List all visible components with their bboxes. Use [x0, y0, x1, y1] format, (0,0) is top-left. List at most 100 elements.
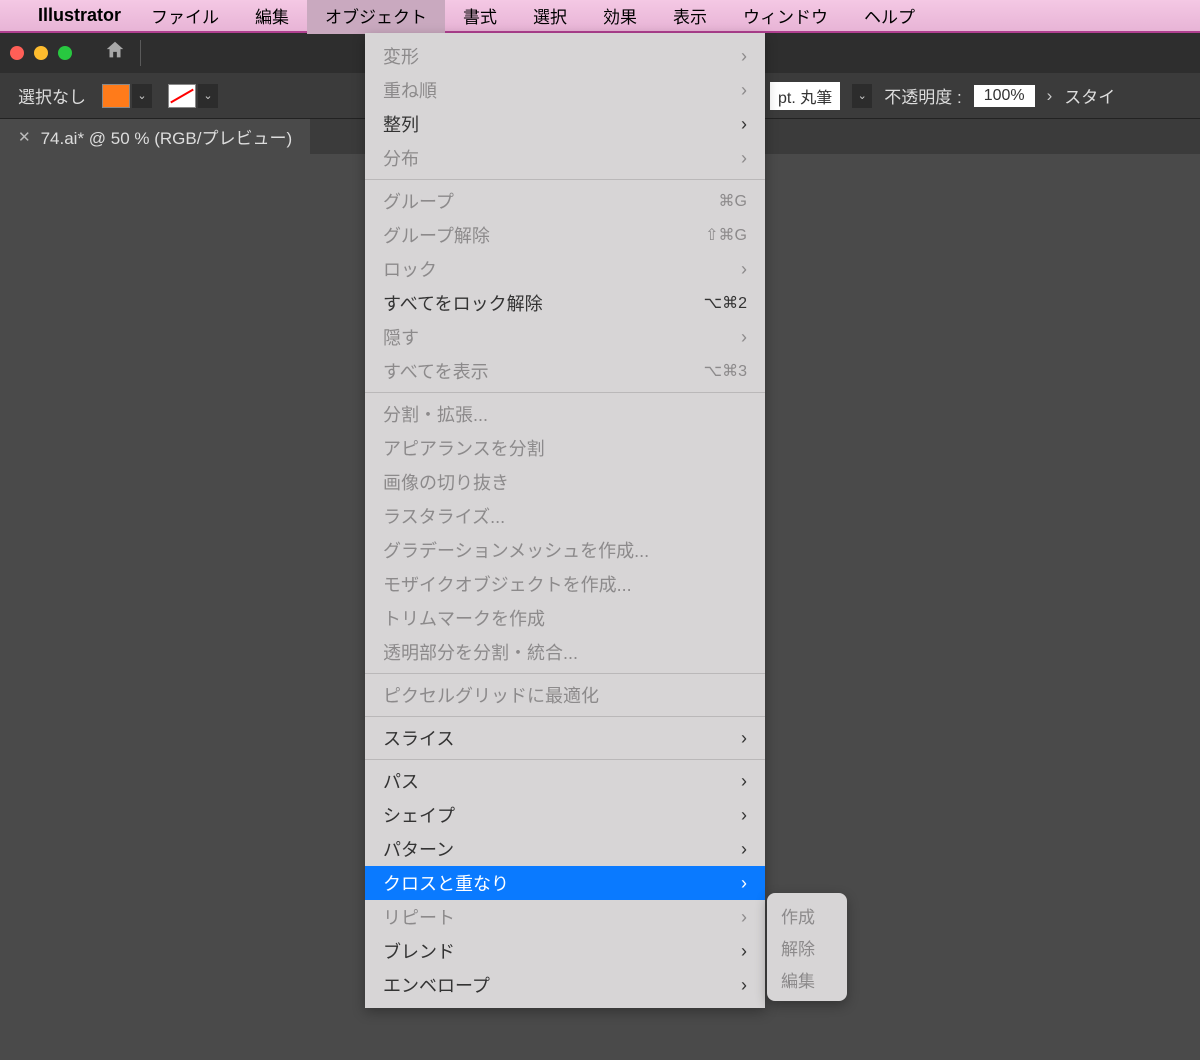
menu-item-label: 分布: [383, 145, 419, 171]
menu-item-label: グループ解除: [383, 222, 490, 248]
menu-item-label: 重ね順: [383, 77, 437, 103]
close-tab-icon[interactable]: ✕: [18, 128, 31, 146]
menu-item-label: モザイクオブジェクトを作成...: [383, 571, 632, 597]
close-window-button[interactable]: [10, 46, 24, 60]
menu-item-label: パス: [383, 768, 419, 794]
minimize-window-button[interactable]: [34, 46, 48, 60]
stroke-swatch[interactable]: [168, 84, 196, 108]
menu-item-label: ロック: [383, 256, 437, 282]
menu-item[interactable]: エンベロープ ›: [365, 968, 765, 1002]
window-controls: [10, 46, 72, 60]
chevron-right-icon: ›: [741, 728, 747, 749]
menu-item: 分布›: [365, 141, 765, 175]
menubar-item-3[interactable]: 書式: [445, 0, 515, 34]
menu-item[interactable]: ブレンド ›: [365, 934, 765, 968]
menu-item[interactable]: クロスと重なり ›: [365, 866, 765, 900]
menubar-item-6[interactable]: 表示: [655, 0, 725, 34]
menu-item: ピクセルグリッドに最適化: [365, 678, 765, 712]
menu-item: 分割・拡張...: [365, 397, 765, 431]
opacity-field[interactable]: 100%: [974, 85, 1035, 107]
menu-item[interactable]: すべてをロック解除⌥⌘2: [365, 286, 765, 320]
menu-separator: [365, 673, 765, 674]
menu-shortcut: ⇧⌘G: [705, 225, 747, 245]
menu-item: グループ解除 ⇧⌘G: [365, 218, 765, 252]
menubar-item-5[interactable]: 効果: [585, 0, 655, 34]
chevron-right-icon: ›: [741, 80, 747, 101]
menu-item-label: グラデーションメッシュを作成...: [383, 537, 649, 563]
menu-item-label: 整列: [383, 111, 419, 137]
menubar-item-2[interactable]: オブジェクト: [307, 0, 445, 34]
divider: [140, 40, 141, 66]
menu-item: 変形 ›: [365, 39, 765, 73]
menu-item: ロック ›: [365, 252, 765, 286]
chevron-right-icon: ›: [741, 771, 747, 792]
chevron-right-icon: ›: [741, 259, 747, 280]
menu-item[interactable]: パターン›: [365, 832, 765, 866]
chevron-right-icon: ›: [741, 114, 747, 135]
menu-item-label: 分割・拡張...: [383, 401, 488, 427]
chevron-right-icon: ›: [741, 975, 747, 996]
menu-shortcut: ⌘G: [719, 191, 747, 211]
menu-item: 透明部分を分割・統合...: [365, 635, 765, 669]
menu-item-label: トリムマークを作成: [383, 605, 545, 631]
menu-item[interactable]: 整列 ›: [365, 107, 765, 141]
menu-item-label: ラスタライズ...: [383, 503, 505, 529]
menu-item-label: シェイプ: [383, 802, 455, 828]
stroke-dropdown[interactable]: ⌄: [198, 84, 218, 108]
chevron-right-icon: ›: [741, 327, 747, 348]
menu-item-label: ピクセルグリッドに最適化: [383, 682, 599, 708]
menu-item: グラデーションメッシュを作成...: [365, 533, 765, 567]
menu-separator: [365, 392, 765, 393]
menu-item: グループ⌘G: [365, 184, 765, 218]
menu-item[interactable]: スライス ›: [365, 721, 765, 755]
brush-field[interactable]: pt. 丸筆: [770, 82, 840, 110]
home-icon[interactable]: [104, 39, 126, 67]
brush-dropdown[interactable]: ⌄: [852, 84, 872, 108]
menu-item[interactable]: シェイプ ›: [365, 798, 765, 832]
menu-item: リピート›: [365, 900, 765, 934]
menu-item: 画像の切り抜き: [365, 465, 765, 499]
menubar-item-8[interactable]: ヘルプ: [846, 0, 933, 34]
maximize-window-button[interactable]: [58, 46, 72, 60]
menu-item-label: ブレンド: [383, 938, 455, 964]
fill-dropdown[interactable]: ⌄: [132, 84, 152, 108]
menu-item-label: リピート: [383, 904, 455, 930]
menu-item-label: 透明部分を分割・統合...: [383, 639, 578, 665]
menu-item-label: 画像の切り抜き: [383, 469, 509, 495]
chevron-right-icon: ›: [741, 873, 747, 894]
submenu-item: 編集: [767, 963, 847, 995]
menu-item: アピアランスを分割: [365, 431, 765, 465]
opacity-label: 不透明度 :: [884, 83, 961, 108]
menu-item-label: エンベロープ: [383, 972, 490, 998]
menu-item-label: 変形: [383, 43, 419, 69]
menu-item: 隠す ›: [365, 320, 765, 354]
document-tab[interactable]: ✕ 74.ai* @ 50 % (RGB/プレビュー): [0, 119, 310, 154]
menu-shortcut: ⌥⌘3: [704, 361, 747, 381]
menu-item[interactable]: パス ›: [365, 764, 765, 798]
menubar-item-1[interactable]: 編集: [237, 0, 307, 34]
chevron-right-icon: ›: [741, 805, 747, 826]
menu-separator: [365, 179, 765, 180]
menu-item-label: スライス: [383, 725, 454, 751]
menu-item: 重ね順 ›: [365, 73, 765, 107]
chevron-right-icon[interactable]: ›: [1047, 86, 1053, 106]
menu-item-label: 隠す: [383, 324, 419, 350]
app-name[interactable]: Illustrator: [38, 5, 121, 26]
menu-item-label: アピアランスを分割: [383, 435, 545, 461]
chevron-right-icon: ›: [741, 46, 747, 67]
submenu-item: 解除: [767, 931, 847, 963]
menu-item-label: すべてをロック解除: [383, 290, 543, 316]
object-menu-dropdown: 変形›重ね順›整列›分布›グループ⌘Gグループ解除⇧⌘Gロック›すべてをロック解…: [365, 33, 765, 1008]
menu-item: トリムマークを作成: [365, 601, 765, 635]
chevron-right-icon: ›: [741, 941, 747, 962]
menu-item-label: クロスと重なり: [383, 870, 509, 896]
menubar-item-4[interactable]: 選択: [515, 0, 585, 34]
menu-separator: [365, 716, 765, 717]
menu-separator: [365, 759, 765, 760]
fill-swatch[interactable]: [102, 84, 130, 108]
menu-item: すべてを表示⌥⌘3: [365, 354, 765, 388]
menu-item-label: パターン: [383, 836, 454, 862]
menubar-item-7[interactable]: ウィンドウ: [725, 0, 846, 34]
menubar-item-0[interactable]: ファイル: [133, 0, 237, 34]
menubar: Illustrator ファイル編集オブジェクト書式選択効果表示ウィンドウヘルプ: [0, 0, 1200, 33]
